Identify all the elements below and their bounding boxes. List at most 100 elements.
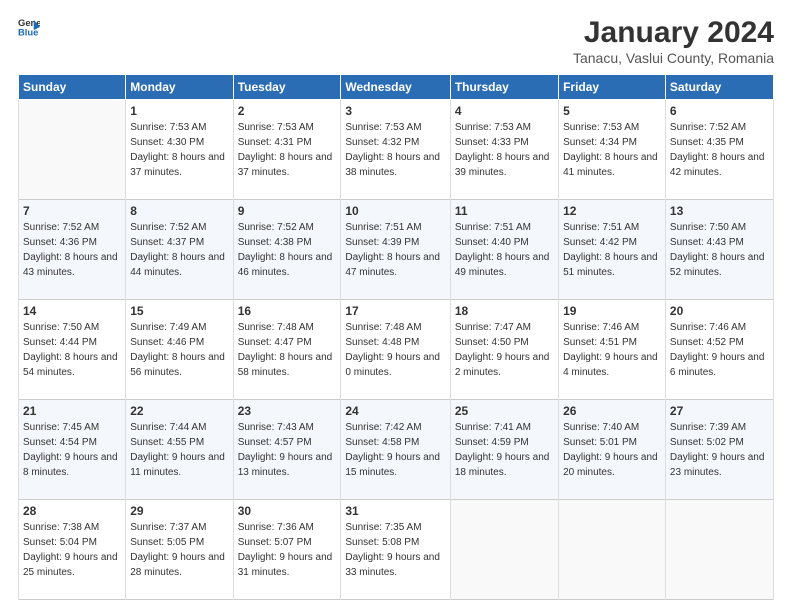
title-block: January 2024 Tanacu, Vaslui County, Roma… <box>573 16 774 66</box>
calendar-header-row: SundayMondayTuesdayWednesdayThursdayFrid… <box>19 75 774 100</box>
day-info: Sunrise: 7:45 AMSunset: 4:54 PMDaylight:… <box>23 420 121 480</box>
day-number: 7 <box>23 204 121 218</box>
day-info: Sunrise: 7:52 AMSunset: 4:38 PMDaylight:… <box>238 220 337 280</box>
calendar-cell: 2Sunrise: 7:53 AMSunset: 4:31 PMDaylight… <box>233 100 341 200</box>
calendar-cell: 28 Sunrise: 7:38 AMSunset: 5:04 PMDayligh… <box>19 500 126 600</box>
day-number: 29 <box>130 504 228 518</box>
day-number: 8 <box>130 204 228 218</box>
calendar-cell: 13Sunrise: 7:50 AMSunset: 4:43 PMDayligh… <box>665 200 773 300</box>
calendar-cell: 6 Sunrise: 7:52 AMSunset: 4:35 PMDaylight… <box>665 100 773 200</box>
calendar-table: SundayMondayTuesdayWednesdayThursdayFrid… <box>18 74 774 600</box>
day-number: 6 <box>670 104 769 118</box>
col-header-tuesday: Tuesday <box>233 75 341 100</box>
day-info: Sunrise: 7:53 AMSunset: 4:34 PMDaylight:… <box>563 120 661 180</box>
calendar-cell: 29Sunrise: 7:37 AMSunset: 5:05 PMDayligh… <box>126 500 233 600</box>
day-number: 2 <box>238 104 337 118</box>
calendar-cell: 19 Sunrise: 7:46 AMSunset: 4:51 PMDayligh… <box>559 300 666 400</box>
logo-icon: General Blue <box>18 16 40 38</box>
day-info: Sunrise: 7:51 AMSunset: 4:42 PMDaylight:… <box>563 220 661 280</box>
day-number: 16 <box>238 304 337 318</box>
day-number: 5 <box>563 104 661 118</box>
calendar-cell: 7 Sunrise: 7:52 AMSunset: 4:36 PMDaylight… <box>19 200 126 300</box>
calendar-cell: 14Sunrise: 7:50 AMSunset: 4:44 PMDayligh… <box>19 300 126 400</box>
day-number: 9 <box>238 204 337 218</box>
day-number: 19 <box>563 304 661 318</box>
calendar-cell: 15 Sunrise: 7:49 AMSunset: 4:46 PMDayligh… <box>126 300 233 400</box>
calendar-cell: 10 Sunrise: 7:51 AMSunset: 4:39 PMDayligh… <box>341 200 450 300</box>
calendar-cell: 27 Sunrise: 7:39 AMSunset: 5:02 PMDayligh… <box>665 400 773 500</box>
calendar-cell: 24 Sunrise: 7:42 AMSunset: 4:58 PMDayligh… <box>341 400 450 500</box>
calendar-cell: 1 Sunrise: 7:53 AMSunset: 4:30 PMDaylight… <box>126 100 233 200</box>
day-number: 13 <box>670 204 769 218</box>
day-number: 27 <box>670 404 769 418</box>
day-info: Sunrise: 7:39 AMSunset: 5:02 PMDaylight:… <box>670 420 769 480</box>
calendar-cell: 26 Sunrise: 7:40 AMSunset: 5:01 PMDayligh… <box>559 400 666 500</box>
day-number: 31 <box>345 504 445 518</box>
calendar-cell: 18Sunrise: 7:47 AMSunset: 4:50 PMDayligh… <box>450 300 558 400</box>
calendar-cell: 11Sunrise: 7:51 AMSunset: 4:40 PMDayligh… <box>450 200 558 300</box>
day-number: 25 <box>455 404 554 418</box>
day-info: Sunrise: 7:46 AMSunset: 4:51 PMDaylight:… <box>563 320 661 380</box>
day-info: Sunrise: 7:41 AMSunset: 4:59 PMDaylight:… <box>455 420 554 480</box>
calendar-cell: 25 Sunrise: 7:41 AMSunset: 4:59 PMDayligh… <box>450 400 558 500</box>
day-number: 26 <box>563 404 661 418</box>
day-number: 22 <box>130 404 228 418</box>
calendar-week-row: 28 Sunrise: 7:38 AMSunset: 5:04 PMDayligh… <box>19 500 774 600</box>
day-number: 3 <box>345 104 445 118</box>
day-info: Sunrise: 7:48 AMSunset: 4:47 PMDaylight:… <box>238 320 337 380</box>
day-number: 14 <box>23 304 121 318</box>
col-header-saturday: Saturday <box>665 75 773 100</box>
day-info: Sunrise: 7:52 AMSunset: 4:36 PMDaylight:… <box>23 220 121 280</box>
calendar-cell: 8 Sunrise: 7:52 AMSunset: 4:37 PMDaylight… <box>126 200 233 300</box>
col-header-wednesday: Wednesday <box>341 75 450 100</box>
calendar-cell: 21 Sunrise: 7:45 AMSunset: 4:54 PMDayligh… <box>19 400 126 500</box>
day-info: Sunrise: 7:36 AMSunset: 5:07 PMDaylight:… <box>238 520 337 580</box>
day-number: 21 <box>23 404 121 418</box>
header: General Blue January 2024 Tanacu, Vaslui… <box>18 16 774 66</box>
day-number: 11 <box>455 204 554 218</box>
day-number: 17 <box>345 304 445 318</box>
day-number: 28 <box>23 504 121 518</box>
calendar-cell: 5 Sunrise: 7:53 AMSunset: 4:34 PMDaylight… <box>559 100 666 200</box>
day-number: 12 <box>563 204 661 218</box>
day-info: Sunrise: 7:49 AMSunset: 4:46 PMDaylight:… <box>130 320 228 380</box>
calendar-cell: 12 Sunrise: 7:51 AMSunset: 4:42 PMDayligh… <box>559 200 666 300</box>
day-info: Sunrise: 7:48 AMSunset: 4:48 PMDaylight:… <box>345 320 445 380</box>
day-number: 1 <box>130 104 228 118</box>
day-info: Sunrise: 7:46 AMSunset: 4:52 PMDaylight:… <box>670 320 769 380</box>
day-info: Sunrise: 7:52 AMSunset: 4:37 PMDaylight:… <box>130 220 228 280</box>
day-number: 15 <box>130 304 228 318</box>
calendar-cell: 23Sunrise: 7:43 AMSunset: 4:57 PMDayligh… <box>233 400 341 500</box>
day-number: 18 <box>455 304 554 318</box>
day-info: Sunrise: 7:42 AMSunset: 4:58 PMDaylight:… <box>345 420 445 480</box>
day-number: 20 <box>670 304 769 318</box>
calendar-cell: 3Sunrise: 7:53 AMSunset: 4:32 PMDaylight… <box>341 100 450 200</box>
day-info: Sunrise: 7:51 AMSunset: 4:39 PMDaylight:… <box>345 220 445 280</box>
month-title: January 2024 <box>573 16 774 50</box>
day-info: Sunrise: 7:40 AMSunset: 5:01 PMDaylight:… <box>563 420 661 480</box>
day-info: Sunrise: 7:53 AMSunset: 4:30 PMDaylight:… <box>130 120 228 180</box>
col-header-monday: Monday <box>126 75 233 100</box>
day-number: 30 <box>238 504 337 518</box>
day-info: Sunrise: 7:44 AMSunset: 4:55 PMDaylight:… <box>130 420 228 480</box>
calendar-cell: 17 Sunrise: 7:48 AMSunset: 4:48 PMDayligh… <box>341 300 450 400</box>
location-title: Tanacu, Vaslui County, Romania <box>573 50 774 66</box>
day-number: 24 <box>345 404 445 418</box>
day-number: 10 <box>345 204 445 218</box>
col-header-sunday: Sunday <box>19 75 126 100</box>
calendar-cell: 31Sunrise: 7:35 AMSunset: 5:08 PMDayligh… <box>341 500 450 600</box>
day-info: Sunrise: 7:52 AMSunset: 4:35 PMDaylight:… <box>670 120 769 180</box>
logo: General Blue <box>18 16 40 38</box>
col-header-friday: Friday <box>559 75 666 100</box>
calendar-week-row: 21 Sunrise: 7:45 AMSunset: 4:54 PMDayligh… <box>19 400 774 500</box>
day-number: 4 <box>455 104 554 118</box>
calendar-cell <box>665 500 773 600</box>
day-info: Sunrise: 7:38 AMSunset: 5:04 PMDaylight:… <box>23 520 121 580</box>
calendar-cell: 30 Sunrise: 7:36 AMSunset: 5:07 PMDayligh… <box>233 500 341 600</box>
calendar-page: General Blue January 2024 Tanacu, Vaslui… <box>0 0 792 612</box>
calendar-cell: 20 Sunrise: 7:46 AMSunset: 4:52 PMDayligh… <box>665 300 773 400</box>
calendar-cell: 4 Sunrise: 7:53 AMSunset: 4:33 PMDaylight… <box>450 100 558 200</box>
day-info: Sunrise: 7:53 AMSunset: 4:33 PMDaylight:… <box>455 120 554 180</box>
day-info: Sunrise: 7:43 AMSunset: 4:57 PMDaylight:… <box>238 420 337 480</box>
calendar-cell: 9 Sunrise: 7:52 AMSunset: 4:38 PMDaylight… <box>233 200 341 300</box>
